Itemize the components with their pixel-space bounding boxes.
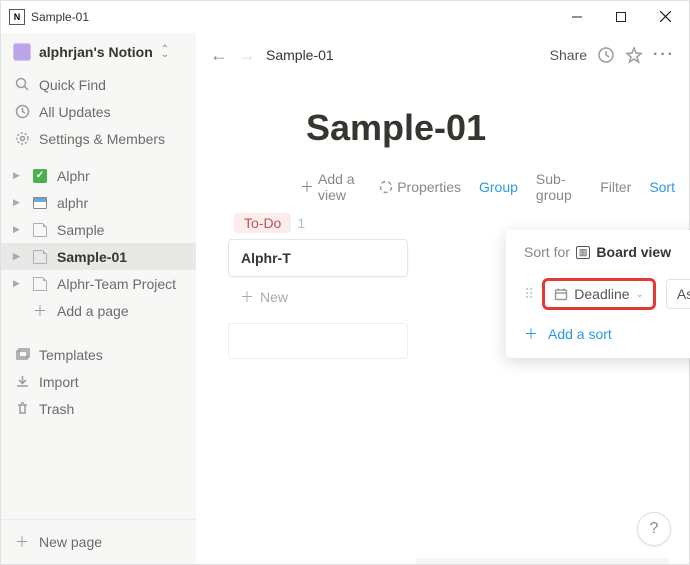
trash-icon xyxy=(13,401,31,416)
trash[interactable]: Trash xyxy=(1,395,196,422)
main-area: ← → Sample-01 Share ··· Sample-01 ＋Add a… xyxy=(196,33,689,564)
templates[interactable]: Templates xyxy=(1,341,196,368)
help-fab[interactable]: ? xyxy=(637,512,671,546)
plus-icon: ＋ xyxy=(31,301,49,321)
board-view-icon: ▥ xyxy=(576,246,591,259)
add-sort-button[interactable]: ＋ Add a sort xyxy=(524,324,690,344)
page-label: Sample-01 xyxy=(57,249,127,265)
all-updates[interactable]: All Updates xyxy=(1,98,196,125)
quick-find-label: Quick Find xyxy=(39,77,106,93)
disclosure-triangle-icon[interactable]: ▶ xyxy=(13,224,23,235)
page-icon xyxy=(31,277,49,291)
import[interactable]: Import xyxy=(1,368,196,395)
sidebar-page-sample-01[interactable]: ▶ Sample-01 xyxy=(1,243,196,270)
search-icon xyxy=(13,77,31,92)
plus-icon: ＋ xyxy=(524,324,538,344)
sidebar-page-sample[interactable]: ▶ Sample xyxy=(1,216,196,243)
minimize-button[interactable] xyxy=(555,2,599,32)
document-icon xyxy=(31,197,49,209)
add-page-inline[interactable]: ＋ Add a page xyxy=(1,297,196,325)
calendar-icon xyxy=(554,287,568,301)
add-view-button[interactable]: ＋Add a view xyxy=(300,171,361,203)
settings-members[interactable]: Settings & Members xyxy=(1,125,196,152)
download-icon xyxy=(13,374,31,389)
view-toolbar: ＋Add a view Properties Group Sub-group F… xyxy=(268,165,689,213)
favorite-star-icon[interactable] xyxy=(625,46,643,64)
spinner-icon xyxy=(379,180,393,194)
sidebar: alphrjan's Notion ⌃⌄ Quick Find All Upda… xyxy=(1,33,196,564)
all-updates-label: All Updates xyxy=(39,104,111,120)
page-icon xyxy=(31,223,49,237)
group-button[interactable]: Group xyxy=(479,179,518,195)
add-page-label: Add a page xyxy=(57,303,129,319)
page-label: alphr xyxy=(57,195,88,211)
disclosure-triangle-icon[interactable]: ▶ xyxy=(13,197,23,208)
disclosure-triangle-icon[interactable]: ▶ xyxy=(13,251,23,262)
new-label: New xyxy=(260,289,288,305)
sort-field-label: Deadline xyxy=(574,286,629,302)
sidebar-page-alphr-team[interactable]: ▶ Alphr-Team Project xyxy=(1,270,196,297)
close-window-button[interactable] xyxy=(643,2,687,32)
page-label: Sample xyxy=(57,222,104,238)
filter-button[interactable]: Filter xyxy=(600,179,631,195)
subgroup-button[interactable]: Sub-group xyxy=(536,171,582,203)
clock-icon xyxy=(13,104,31,119)
more-menu-icon[interactable]: ··· xyxy=(653,46,675,64)
app-icon: N xyxy=(9,9,25,25)
quick-find[interactable]: Quick Find xyxy=(1,71,196,98)
workspace-switcher[interactable]: alphrjan's Notion ⌃⌄ xyxy=(1,33,196,71)
window-title: Sample-01 xyxy=(31,10,555,24)
sidebar-page-alphr-doc[interactable]: ▶ alphr xyxy=(1,189,196,216)
templates-label: Templates xyxy=(39,347,103,363)
board-empty-slot xyxy=(228,323,408,359)
board-column-count: 1 xyxy=(297,215,305,231)
page-icon xyxy=(31,250,49,264)
sort-view-name: Board view xyxy=(596,244,671,260)
workspace-name: alphrjan's Notion xyxy=(39,44,153,60)
sort-button[interactable]: Sort xyxy=(649,179,675,195)
checkbox-icon: ✓ xyxy=(31,169,49,183)
nav-back-button[interactable]: ← xyxy=(210,45,228,66)
workspace-avatar xyxy=(13,43,31,61)
drag-handle-icon[interactable]: ⠿ xyxy=(524,286,532,303)
updown-chevron-icon: ⌃⌄ xyxy=(161,47,169,57)
gear-icon xyxy=(13,131,31,146)
disclosure-triangle-icon[interactable]: ▶ xyxy=(13,170,23,181)
page-title[interactable]: Sample-01 xyxy=(306,107,689,149)
board-column-header[interactable]: To-Do xyxy=(234,213,291,233)
maximize-button[interactable] xyxy=(599,2,643,32)
plus-icon: ＋ xyxy=(13,532,31,552)
sort-popover: Sort for ▥ Board view ? ⠿ Deadline ⌄ Asc… xyxy=(506,230,690,358)
templates-icon xyxy=(13,347,31,362)
sidebar-page-alphr-check[interactable]: ▶ ✓ Alphr xyxy=(1,162,196,189)
board-card[interactable]: Alphr-T xyxy=(228,239,408,277)
add-sort-label: Add a sort xyxy=(548,326,612,342)
plus-icon: ＋ xyxy=(240,287,254,307)
sort-order-label: Ascending xyxy=(677,286,690,302)
trash-label: Trash xyxy=(39,401,74,417)
import-label: Import xyxy=(39,374,79,390)
nav-forward-button[interactable]: → xyxy=(238,45,256,66)
updates-icon[interactable] xyxy=(597,46,615,64)
sort-field-selector[interactable]: Deadline ⌄ xyxy=(542,278,656,310)
share-button[interactable]: Share xyxy=(550,47,587,63)
settings-label: Settings & Members xyxy=(39,131,165,147)
sort-for-label: Sort for xyxy=(524,244,570,260)
new-page-button[interactable]: ＋ New page xyxy=(1,520,196,564)
page-label: Alphr-Team Project xyxy=(57,276,176,292)
properties-button[interactable]: Properties xyxy=(379,179,461,195)
disclosure-triangle-icon[interactable]: ▶ xyxy=(13,278,23,289)
sort-order-selector[interactable]: Ascending ⌄ xyxy=(666,279,690,309)
breadcrumb[interactable]: Sample-01 xyxy=(266,47,334,63)
chevron-down-icon: ⌄ xyxy=(636,289,644,300)
new-page-label: New page xyxy=(39,534,102,550)
plus-icon: ＋ xyxy=(300,177,314,197)
page-label: Alphr xyxy=(57,168,90,184)
